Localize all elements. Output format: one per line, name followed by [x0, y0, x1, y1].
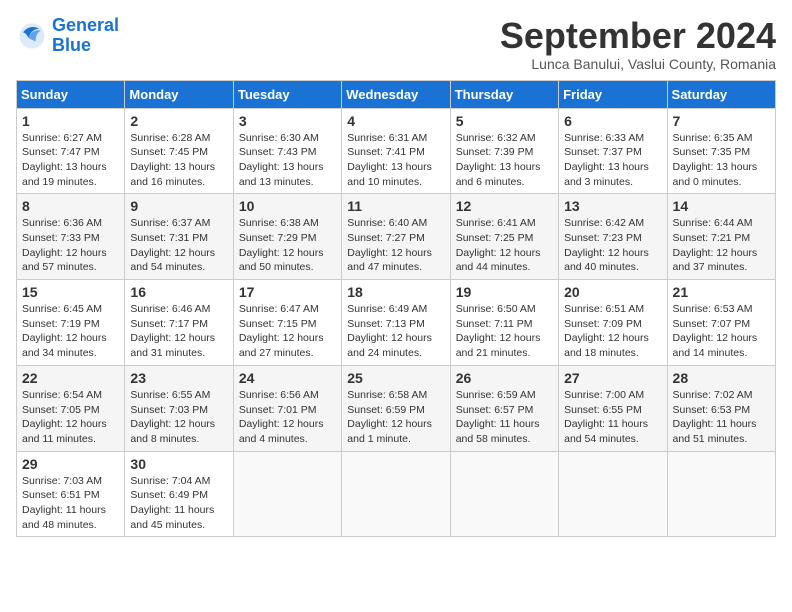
col-sunday: Sunday [17, 80, 125, 108]
table-row: 1 Sunrise: 6:27 AMSunset: 7:47 PMDayligh… [17, 108, 125, 194]
calendar-week-row: 22 Sunrise: 6:54 AMSunset: 7:05 PMDaylig… [17, 365, 776, 451]
calendar-week-row: 1 Sunrise: 6:27 AMSunset: 7:47 PMDayligh… [17, 108, 776, 194]
table-row: 28 Sunrise: 7:02 AMSunset: 6:53 PMDaylig… [667, 365, 775, 451]
table-row: 25 Sunrise: 6:58 AMSunset: 6:59 PMDaylig… [342, 365, 450, 451]
table-row: 26 Sunrise: 6:59 AMSunset: 6:57 PMDaylig… [450, 365, 558, 451]
table-row: 5 Sunrise: 6:32 AMSunset: 7:39 PMDayligh… [450, 108, 558, 194]
table-row: 14 Sunrise: 6:44 AMSunset: 7:21 PMDaylig… [667, 194, 775, 280]
col-wednesday: Wednesday [342, 80, 450, 108]
calendar-week-row: 8 Sunrise: 6:36 AMSunset: 7:33 PMDayligh… [17, 194, 776, 280]
table-row: 21 Sunrise: 6:53 AMSunset: 7:07 PMDaylig… [667, 280, 775, 366]
col-friday: Friday [559, 80, 667, 108]
empty-cell [342, 451, 450, 537]
table-row: 3 Sunrise: 6:30 AMSunset: 7:43 PMDayligh… [233, 108, 341, 194]
month-title: September 2024 [500, 16, 776, 56]
table-row: 13 Sunrise: 6:42 AMSunset: 7:23 PMDaylig… [559, 194, 667, 280]
col-thursday: Thursday [450, 80, 558, 108]
table-row: 30 Sunrise: 7:04 AMSunset: 6:49 PMDaylig… [125, 451, 233, 537]
table-row: 24 Sunrise: 6:56 AMSunset: 7:01 PMDaylig… [233, 365, 341, 451]
table-row: 8 Sunrise: 6:36 AMSunset: 7:33 PMDayligh… [17, 194, 125, 280]
empty-cell [559, 451, 667, 537]
logo: General Blue [16, 16, 119, 56]
col-saturday: Saturday [667, 80, 775, 108]
logo-text2: Blue [52, 36, 119, 56]
table-row: 9 Sunrise: 6:37 AMSunset: 7:31 PMDayligh… [125, 194, 233, 280]
table-row: 15 Sunrise: 6:45 AMSunset: 7:19 PMDaylig… [17, 280, 125, 366]
table-row: 18 Sunrise: 6:49 AMSunset: 7:13 PMDaylig… [342, 280, 450, 366]
table-row: 17 Sunrise: 6:47 AMSunset: 7:15 PMDaylig… [233, 280, 341, 366]
calendar-week-row: 15 Sunrise: 6:45 AMSunset: 7:19 PMDaylig… [17, 280, 776, 366]
calendar-week-row: 29 Sunrise: 7:03 AMSunset: 6:51 PMDaylig… [17, 451, 776, 537]
calendar-header-row: Sunday Monday Tuesday Wednesday Thursday… [17, 80, 776, 108]
location-subtitle: Lunca Banului, Vaslui County, Romania [500, 56, 776, 72]
table-row: 23 Sunrise: 6:55 AMSunset: 7:03 PMDaylig… [125, 365, 233, 451]
table-row: 19 Sunrise: 6:50 AMSunset: 7:11 PMDaylig… [450, 280, 558, 366]
logo-text: General [52, 16, 119, 36]
col-tuesday: Tuesday [233, 80, 341, 108]
table-row: 16 Sunrise: 6:46 AMSunset: 7:17 PMDaylig… [125, 280, 233, 366]
table-row: 22 Sunrise: 6:54 AMSunset: 7:05 PMDaylig… [17, 365, 125, 451]
table-row: 6 Sunrise: 6:33 AMSunset: 7:37 PMDayligh… [559, 108, 667, 194]
calendar-table: Sunday Monday Tuesday Wednesday Thursday… [16, 80, 776, 538]
table-row: 10 Sunrise: 6:38 AMSunset: 7:29 PMDaylig… [233, 194, 341, 280]
empty-cell [667, 451, 775, 537]
logo-icon [16, 20, 48, 52]
title-block: September 2024 Lunca Banului, Vaslui Cou… [500, 16, 776, 72]
table-row: 4 Sunrise: 6:31 AMSunset: 7:41 PMDayligh… [342, 108, 450, 194]
table-row: 2 Sunrise: 6:28 AMSunset: 7:45 PMDayligh… [125, 108, 233, 194]
table-row: 12 Sunrise: 6:41 AMSunset: 7:25 PMDaylig… [450, 194, 558, 280]
page-header: General Blue September 2024 Lunca Banulu… [16, 16, 776, 72]
table-row: 27 Sunrise: 7:00 AMSunset: 6:55 PMDaylig… [559, 365, 667, 451]
table-row: 29 Sunrise: 7:03 AMSunset: 6:51 PMDaylig… [17, 451, 125, 537]
table-row: 20 Sunrise: 6:51 AMSunset: 7:09 PMDaylig… [559, 280, 667, 366]
empty-cell [450, 451, 558, 537]
table-row: 7 Sunrise: 6:35 AMSunset: 7:35 PMDayligh… [667, 108, 775, 194]
empty-cell [233, 451, 341, 537]
table-row: 11 Sunrise: 6:40 AMSunset: 7:27 PMDaylig… [342, 194, 450, 280]
col-monday: Monday [125, 80, 233, 108]
